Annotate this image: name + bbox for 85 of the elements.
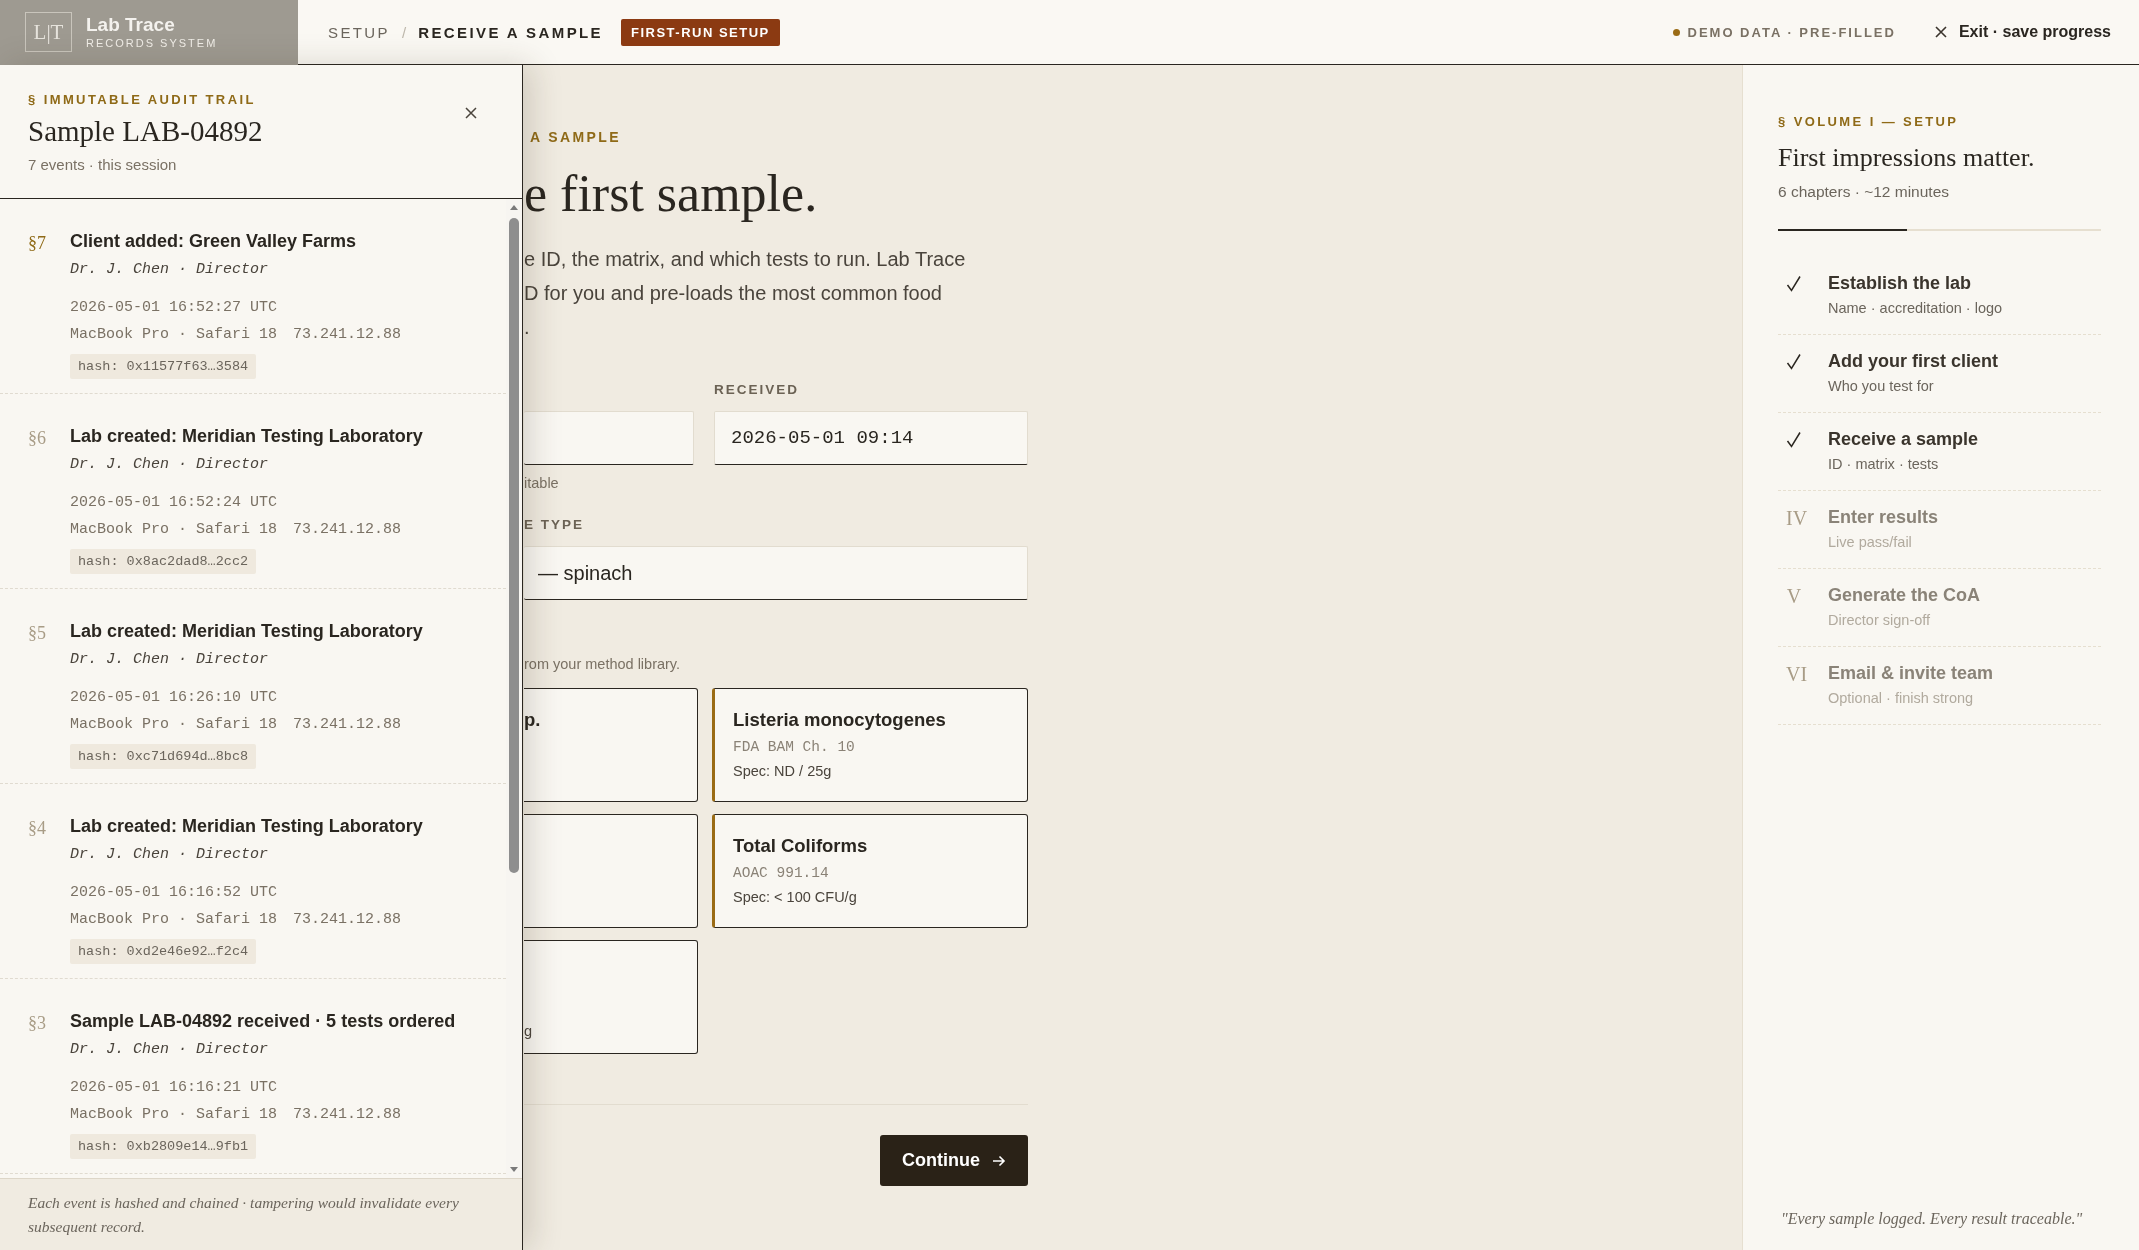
exit-button[interactable]: Exit · save progress	[1929, 19, 2115, 45]
event-title: Lab created: Meridian Testing Laboratory	[70, 816, 423, 837]
check-icon	[1786, 353, 1802, 371]
event-number: §7	[28, 232, 47, 255]
breadcrumb-item[interactable]: SETUP	[328, 23, 390, 41]
event-timestamp: 2026-05-01 16:16:21 UTC	[70, 1078, 278, 1098]
drawer-subtitle: 7 events · this session	[28, 156, 178, 173]
sample-type-field[interactable]: — spinach	[524, 546, 1028, 601]
field-label: RECEIVED	[714, 382, 800, 400]
event-actor: Dr. J. Chen · Director	[70, 1041, 269, 1058]
event-title: Lab created: Meridian Testing Laboratory	[70, 621, 423, 642]
event-timestamp: 2026-05-01 16:16:52 UTC	[70, 883, 278, 903]
test-card[interactable]: g	[524, 940, 698, 1055]
event-hash: hash: 0x11577f63…3584	[70, 354, 257, 379]
field-label: E TYPE	[524, 517, 584, 535]
event-ip: 73.241.12.88	[293, 715, 402, 735]
event-device: MacBook Pro · Safari 18	[70, 715, 278, 735]
event-device: MacBook Pro · Safari 18	[70, 520, 278, 540]
event-device: MacBook Pro · Safari 18	[70, 910, 278, 930]
event-number: §6	[28, 427, 47, 450]
event-hash: hash: 0x8ac2dad8…2cc2	[70, 549, 257, 574]
event-actor: Dr. J. Chen · Director	[70, 846, 269, 863]
event-number: §5	[28, 622, 47, 645]
test-card[interactable]: p.	[524, 688, 698, 803]
test-card[interactable]: Total Coliforms AOAC 991.14 Spec: < 100 CFU/g	[712, 814, 1028, 929]
intro-text: e ID, the matrix, and which tests to run. Lab Trace	[524, 247, 966, 273]
event-device: MacBook Pro · Safari 18	[70, 1105, 278, 1125]
chapter-item[interactable]: Add your first client Who you test for	[1778, 335, 2101, 413]
setup-badge: FIRST-RUN SETUP	[621, 18, 780, 46]
sidebar-title: First impressions matter.	[1778, 143, 2036, 173]
volume-eyebrow: § VOLUME I — SETUP	[1778, 114, 1960, 129]
chapter-item[interactable]: Receive a sample ID · matrix · tests	[1778, 413, 2101, 491]
event-title: Sample LAB-04892 received · 5 tests ordered	[70, 1011, 456, 1032]
event-timestamp: 2026-05-01 16:52:27 UTC	[70, 298, 278, 318]
event-device: MacBook Pro · Safari 18	[70, 325, 278, 345]
event-ip: 73.241.12.88	[293, 325, 402, 345]
step-eyebrow: A SAMPLE	[529, 129, 622, 145]
close-icon	[464, 106, 478, 120]
chapter-item[interactable]: IV Enter results Live pass/fail	[1778, 491, 2101, 569]
test-card[interactable]	[524, 814, 698, 929]
test-card[interactable]: Listeria monocytogenes FDA BAM Ch. 10 Spec: ND / 25g	[712, 688, 1028, 803]
quote-text: "Every sample logged. Every result traceable."	[1780, 1210, 2084, 1228]
tests-hint: rom your method library.	[524, 656, 681, 673]
event-title: Client added: Green Valley Farms	[70, 231, 357, 252]
drawer-eyebrow: § IMMUTABLE AUDIT TRAIL	[28, 92, 257, 107]
app-name: Lab Trace	[86, 13, 176, 36]
app-tagline: RECORDS SYSTEM	[86, 35, 218, 50]
scrollbar[interactable]	[506, 199, 522, 1178]
event-actor: Dr. J. Chen · Director	[70, 651, 269, 668]
breadcrumb-separator: /	[402, 23, 407, 41]
chapter-item[interactable]: Establish the lab Name · accreditation · logo	[1778, 257, 2101, 335]
event-timestamp: 2026-05-01 16:52:24 UTC	[70, 493, 278, 513]
event-ip: 73.241.12.88	[293, 520, 402, 540]
chapter-item[interactable]: VI Email & invite team Optional · finish strong	[1778, 647, 2101, 725]
status-dot-icon	[1672, 28, 1680, 36]
logo-mark: L|T	[25, 12, 72, 52]
event-title: Lab created: Meridian Testing Laboratory	[70, 426, 423, 447]
check-icon	[1786, 431, 1802, 449]
event-actor: Dr. J. Chen · Director	[70, 456, 269, 473]
footer-note: Each event is hashed and chained · tampering would invalidate every subsequent record.	[28, 1193, 460, 1237]
breadcrumb-item: RECEIVE A SAMPLE	[418, 23, 603, 41]
sidebar-meta: 6 chapters · ~12 minutes	[1778, 183, 1951, 201]
event-ip: 73.241.12.88	[293, 910, 402, 930]
intro-text: .	[524, 315, 531, 341]
event-number: §4	[28, 817, 47, 840]
drawer-title: Sample LAB-04892	[28, 115, 263, 148]
event-hash: hash: 0xb2809e14…9fb1	[70, 1134, 257, 1159]
event-hash: hash: 0xd2e46e92…f2c4	[70, 939, 257, 964]
event-actor: Dr. J. Chen · Director	[70, 261, 269, 278]
event-ip: 73.241.12.88	[293, 1105, 402, 1125]
demo-status: DEMO DATA · PRE-FILLED	[1687, 24, 1896, 40]
continue-button[interactable]: Continue	[880, 1135, 1028, 1187]
page-heading: e first sample.	[524, 165, 818, 223]
event-hash: hash: 0xc71d694d…8bc8	[70, 744, 257, 769]
event-number: §3	[28, 1012, 47, 1035]
check-icon	[1786, 275, 1802, 293]
arrow-right-icon	[992, 1154, 1006, 1167]
sample-id-field[interactable]	[524, 411, 694, 466]
scrollbar-thumb[interactable]	[509, 218, 519, 873]
close-icon	[1933, 25, 1948, 39]
chapter-item[interactable]: V Generate the CoA Director sign-off	[1778, 569, 2101, 647]
field-hint: itable	[524, 475, 559, 492]
received-field[interactable]: 2026-05-01 09:14	[714, 411, 1028, 466]
intro-text: D for you and pre-loads the most common food	[524, 281, 943, 307]
event-timestamp: 2026-05-01 16:26:10 UTC	[70, 688, 278, 708]
